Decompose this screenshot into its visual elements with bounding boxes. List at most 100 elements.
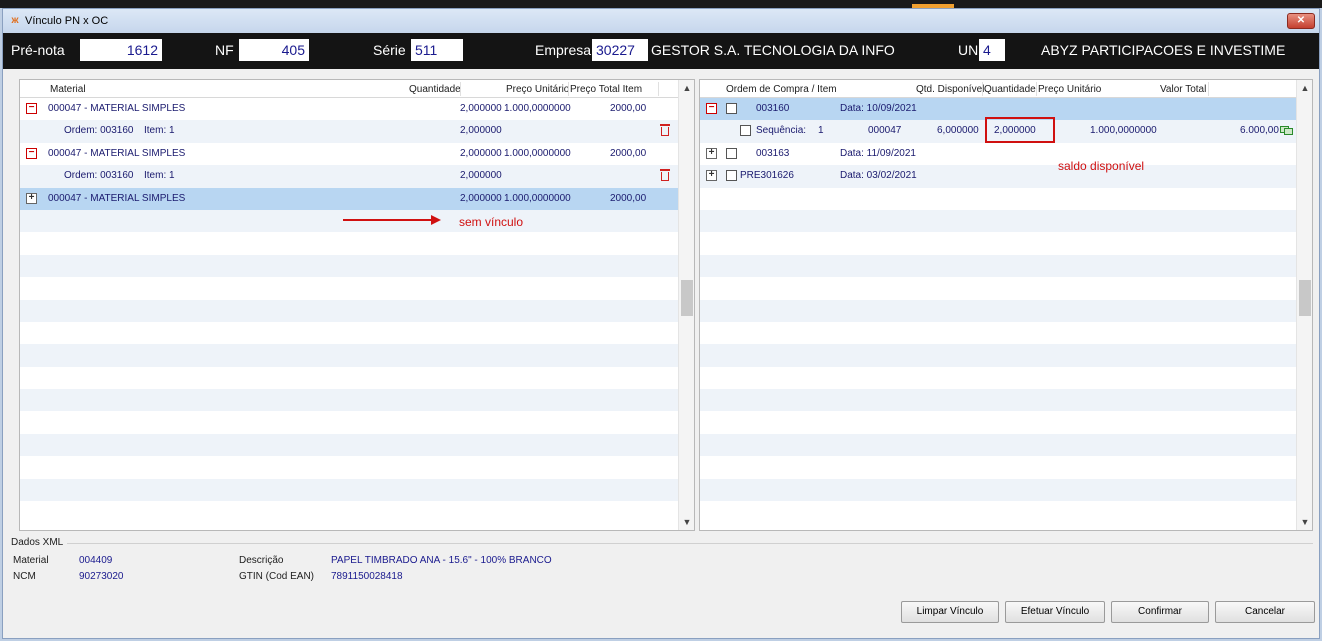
empty-row — [20, 478, 694, 502]
xml-material-label: Material — [13, 555, 49, 566]
empty-row — [700, 344, 1312, 367]
scroll-thumb[interactable] — [1299, 280, 1311, 316]
un-label: UN — [958, 42, 979, 58]
serie-field[interactable]: 511 — [411, 39, 463, 61]
order-checkbox[interactable] — [726, 103, 737, 114]
empty-row — [20, 367, 694, 389]
empty-row — [20, 277, 694, 299]
table-row-selected[interactable]: + 000047 - MATERIAL SIMPLES 2,000000 1.0… — [20, 187, 694, 210]
data-cell: Data: 03/02/2021 — [840, 170, 917, 182]
table-row[interactable]: − 000047 - MATERIAL SIMPLES 2,000000 1.0… — [20, 143, 694, 165]
quantidade-cell: 2,000000 — [460, 125, 502, 137]
trash-icon[interactable] — [660, 123, 670, 137]
empty-row — [700, 277, 1312, 299]
purchase-orders-rows: − 003160 Data: 10/09/2021 Sequência: 1 0… — [700, 98, 1312, 523]
table-row[interactable]: + 003163 Data: 11/09/2021 — [700, 143, 1312, 165]
order-checkbox[interactable] — [726, 170, 737, 182]
xml-legend: Dados XML — [11, 537, 64, 548]
nf-label: NF — [215, 42, 234, 58]
sequence-checkbox[interactable] — [740, 125, 751, 137]
un-code-field[interactable]: 4 — [979, 39, 1005, 61]
scroll-down-icon[interactable]: ▼ — [1297, 514, 1312, 530]
quantidade-cell: 2,000000 — [460, 103, 502, 114]
expand-icon[interactable]: + — [706, 147, 717, 159]
empty-row — [700, 389, 1312, 412]
empty-row — [20, 209, 694, 233]
dialog-window: ж Vínculo PN x OC ✕ Pré-nota 1612 NF 405… — [2, 8, 1320, 639]
cancelar-button[interactable]: Cancelar — [1215, 601, 1315, 623]
un-name: ABYZ PARTICIPACOES E INVESTIME — [1041, 42, 1286, 58]
col-valor-total[interactable]: Valor Total — [1160, 84, 1206, 95]
prenota-field[interactable]: 1612 — [80, 39, 162, 61]
xml-descricao-label: Descrição — [239, 555, 284, 566]
data-cell: Data: 11/09/2021 — [840, 147, 916, 159]
empty-row — [20, 232, 694, 254]
close-button[interactable]: ✕ — [1287, 13, 1315, 29]
scroll-down-icon[interactable]: ▼ — [679, 514, 694, 530]
empresa-name: GESTOR S.A. TECNOLOGIA DA INFO — [651, 42, 895, 58]
money-icon[interactable] — [1280, 126, 1294, 136]
data-cell: Data: 10/09/2021 — [840, 103, 917, 114]
collapse-icon[interactable]: − — [26, 103, 37, 114]
nf-field[interactable]: 405 — [239, 39, 309, 61]
right-scrollbar[interactable]: ▲ ▼ — [1296, 80, 1312, 530]
col-preco-total[interactable]: Preço Total Item — [570, 84, 642, 95]
quantidade-cell: 2,000000 — [460, 192, 502, 204]
app-icon: ж — [11, 15, 19, 26]
material-cell: 000047 - MATERIAL SIMPLES — [48, 103, 186, 114]
expand-icon[interactable]: + — [706, 170, 717, 182]
prenota-label: Pré-nota — [11, 42, 65, 58]
table-row[interactable]: Ordem: 003160 Item: 1 2,000000 — [20, 165, 694, 188]
sequencia-cell: 1 — [818, 125, 824, 137]
scroll-up-icon[interactable]: ▲ — [1297, 80, 1312, 96]
material-cell: 000047 — [868, 125, 902, 137]
empty-row — [20, 254, 694, 278]
empty-row — [20, 456, 694, 478]
empty-row — [20, 389, 694, 412]
title-bar: ж Vínculo PN x OC ✕ — [3, 9, 1319, 33]
xml-gtin-value: 7891150028418 — [331, 571, 403, 582]
col-quantidade[interactable]: Quantidade — [409, 84, 461, 95]
empty-row — [20, 299, 694, 322]
scroll-up-icon[interactable]: ▲ — [679, 80, 694, 96]
purchase-orders-grid: Ordem de Compra / Item Qtd. Disponível Q… — [699, 79, 1313, 531]
scroll-thumb[interactable] — [681, 280, 693, 316]
table-row[interactable]: + PRE301626 Data: 03/02/2021 — [700, 165, 1312, 188]
preco-unitario-cell: 1.000,0000000 — [1090, 125, 1157, 137]
empresa-code-field[interactable]: 30227 — [592, 39, 648, 61]
expand-icon[interactable]: + — [26, 192, 37, 204]
material-cell: 000047 - MATERIAL SIMPLES — [48, 192, 186, 204]
item-cell: Item: 1 — [144, 170, 175, 182]
nf-items-rows: − 000047 - MATERIAL SIMPLES 2,000000 1.0… — [20, 98, 694, 523]
order-checkbox[interactable] — [726, 147, 737, 159]
limpar-vinculo-button[interactable]: Limpar Vínculo — [901, 601, 999, 623]
confirmar-button[interactable]: Confirmar — [1111, 601, 1209, 623]
trash-icon[interactable] — [660, 168, 670, 182]
empty-row — [700, 299, 1312, 322]
annotation-saldo-disponivel: saldo disponível — [1058, 159, 1145, 173]
preco-unitario-cell: 1.000,0000000 — [504, 103, 571, 114]
empty-row — [20, 433, 694, 457]
col-preco-unitario[interactable]: Preço Unitário — [1038, 84, 1101, 95]
xml-material-value: 004409 — [79, 555, 113, 566]
col-qtd-disponivel[interactable]: Qtd. Disponível — [916, 84, 984, 95]
nf-items-grid: Material Quantidade Preço Unitário Preço… — [19, 79, 695, 531]
collapse-icon[interactable]: − — [706, 103, 717, 114]
table-row[interactable]: − 000047 - MATERIAL SIMPLES 2,000000 1.0… — [20, 98, 694, 120]
col-preco-unitario[interactable]: Preço Unitário — [506, 84, 569, 95]
empty-row — [20, 501, 694, 523]
material-cell: 000047 - MATERIAL SIMPLES — [48, 147, 186, 159]
col-material[interactable]: Material — [50, 84, 86, 95]
left-scrollbar[interactable]: ▲ ▼ — [678, 80, 694, 530]
ordem-cell: 003163 — [756, 147, 790, 159]
preco-unitario-cell: 1.000,0000000 — [504, 147, 571, 159]
purchase-orders-header: Ordem de Compra / Item Qtd. Disponível Q… — [700, 80, 1312, 98]
collapse-icon[interactable]: − — [26, 147, 37, 159]
empty-row — [700, 322, 1312, 344]
table-row[interactable]: Ordem: 003160 Item: 1 2,000000 — [20, 120, 694, 143]
efetuar-vinculo-button[interactable]: Efetuar Vínculo — [1005, 601, 1105, 623]
col-quantidade[interactable]: Quantidade — [984, 84, 1036, 95]
col-ordem-compra[interactable]: Ordem de Compra / Item — [726, 84, 837, 95]
xml-data-section: Dados XML Material 004409 NCM 90273020 D… — [11, 537, 1313, 591]
empty-row — [700, 188, 1312, 210]
